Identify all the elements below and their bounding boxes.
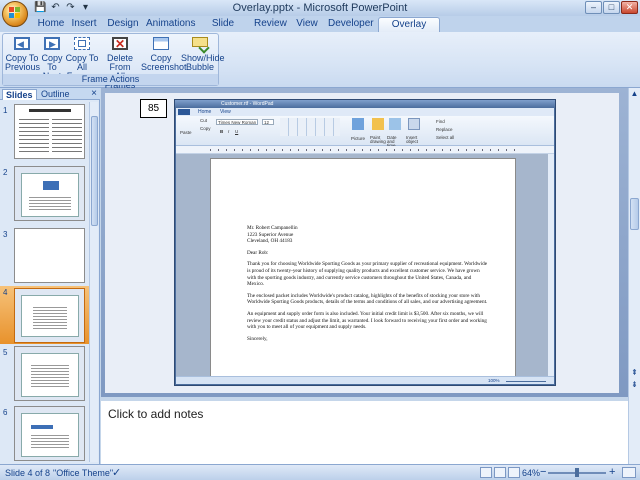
title-bar: 💾 ↶ ↷ ▾ Overlay.pptx - Microsoft PowerPo… bbox=[0, 0, 640, 16]
copy-screenshot-button[interactable]: Copy Screenshot bbox=[141, 36, 187, 72]
tab-overlay-editor[interactable]: Overlay Editor bbox=[378, 17, 440, 44]
wordpad-ribbon: Paste Cut Copy Times New Roman 12 B I U … bbox=[176, 116, 554, 148]
normal-view-icon[interactable] bbox=[480, 467, 492, 478]
ribbon: ◀ Copy To Previous ▶ Copy To Next Copy T… bbox=[0, 32, 640, 90]
tab-slide-show[interactable]: Slide Show bbox=[200, 17, 246, 43]
tab-review[interactable]: Review bbox=[254, 17, 287, 32]
zoom-in-icon[interactable]: + bbox=[609, 466, 615, 478]
slide-thumbnail[interactable]: 3 bbox=[0, 228, 90, 286]
close-button[interactable]: ✕ bbox=[621, 1, 638, 14]
copy-to-all-frames-icon bbox=[73, 36, 91, 52]
slide-thumbnail[interactable]: 1 bbox=[0, 104, 90, 162]
spelling-check-icon[interactable]: ✓ bbox=[112, 466, 121, 479]
close-pane-icon[interactable]: × bbox=[91, 88, 97, 99]
copy-screenshot-icon bbox=[152, 36, 170, 52]
slide-show-view-icon[interactable] bbox=[508, 467, 520, 478]
office-button[interactable] bbox=[2, 1, 28, 27]
frame-actions-group: ◀ Copy To Previous ▶ Copy To Next Copy T… bbox=[2, 33, 225, 90]
slide-thumbnail[interactable]: 6 bbox=[0, 406, 90, 464]
copy-to-next-icon: ▶ bbox=[43, 36, 61, 52]
slide-sorter-view-icon[interactable] bbox=[494, 467, 506, 478]
wordpad-screenshot[interactable]: Customer.rtf - WordPad Home View Paste C… bbox=[174, 99, 556, 386]
show-hide-bubble-icon bbox=[191, 36, 210, 54]
slides-pane: Slides Outline × 1 2 3 4 5 6 bbox=[0, 88, 100, 464]
frame-number-box[interactable]: 85 bbox=[140, 99, 167, 118]
show-hide-bubble-button[interactable]: Show/Hide Bubble bbox=[181, 36, 225, 72]
notes-pane[interactable]: Click to add notes bbox=[101, 397, 628, 464]
status-bar: Slide 4 of 8 "Office Theme" ✓ 64% − + bbox=[0, 464, 640, 480]
editing-scrollbar[interactable]: ▲ ⇞ ⇟ bbox=[628, 88, 640, 464]
theme-name[interactable]: "Office Theme" bbox=[53, 468, 113, 478]
copy-to-previous-button[interactable]: ◀ Copy To Previous bbox=[5, 36, 40, 72]
window-title: Overlay.pptx - Microsoft PowerPoint bbox=[232, 2, 408, 14]
slide-thumbnail[interactable]: 5 bbox=[0, 346, 90, 404]
slide-indicator: Slide 4 of 8 bbox=[5, 468, 51, 478]
scroll-thumb[interactable] bbox=[630, 198, 639, 230]
wordpad-ruler bbox=[176, 146, 554, 154]
slide-thumbnail[interactable]: 2 bbox=[0, 166, 90, 224]
zoom-level[interactable]: 64% bbox=[522, 468, 540, 478]
zoom-out-icon[interactable]: − bbox=[540, 466, 546, 478]
wordpad-tabs: Home View bbox=[176, 108, 554, 116]
tab-insert[interactable]: Insert bbox=[68, 17, 100, 32]
tab-slides[interactable]: Slides bbox=[2, 89, 37, 100]
wordpad-document-area: Mr. Robert Campanellin 1223 Superior Ave… bbox=[176, 154, 554, 376]
tab-developer[interactable]: Developer bbox=[328, 17, 374, 32]
wordpad-title: Customer.rtf - WordPad bbox=[175, 100, 555, 108]
slide-thumbnail-selected[interactable]: 4 bbox=[0, 286, 90, 344]
group-label: Frame Actions bbox=[3, 74, 218, 85]
letter-text: Mr. Robert Campanellin 1223 Superior Ave… bbox=[247, 225, 488, 342]
fit-to-window-icon[interactable] bbox=[622, 467, 636, 478]
tab-home[interactable]: Home bbox=[34, 17, 68, 32]
office-logo-icon bbox=[9, 7, 22, 20]
wordpad-status-bar: 100% bbox=[176, 376, 554, 384]
tab-view[interactable]: View bbox=[294, 17, 320, 32]
slides-scrollbar[interactable] bbox=[89, 102, 98, 462]
delete-from-all-frames-icon: ✕ bbox=[111, 36, 129, 52]
maximize-button[interactable]: □ bbox=[603, 1, 620, 14]
copy-to-previous-icon: ◀ bbox=[13, 36, 31, 52]
tab-animations[interactable]: Animations bbox=[146, 17, 195, 32]
minimize-button[interactable]: – bbox=[585, 1, 602, 14]
notes-placeholder[interactable]: Click to add notes bbox=[108, 407, 203, 421]
wordpad-page: Mr. Robert Campanellin 1223 Superior Ave… bbox=[210, 158, 516, 376]
ribbon-tabs: Home Insert Design Animations Slide Show… bbox=[0, 16, 640, 44]
wordpad-scrollbar bbox=[548, 154, 554, 376]
tab-outline[interactable]: Outline bbox=[38, 89, 73, 100]
tab-design[interactable]: Design bbox=[106, 17, 140, 32]
zoom-slider-knob[interactable] bbox=[575, 468, 579, 477]
